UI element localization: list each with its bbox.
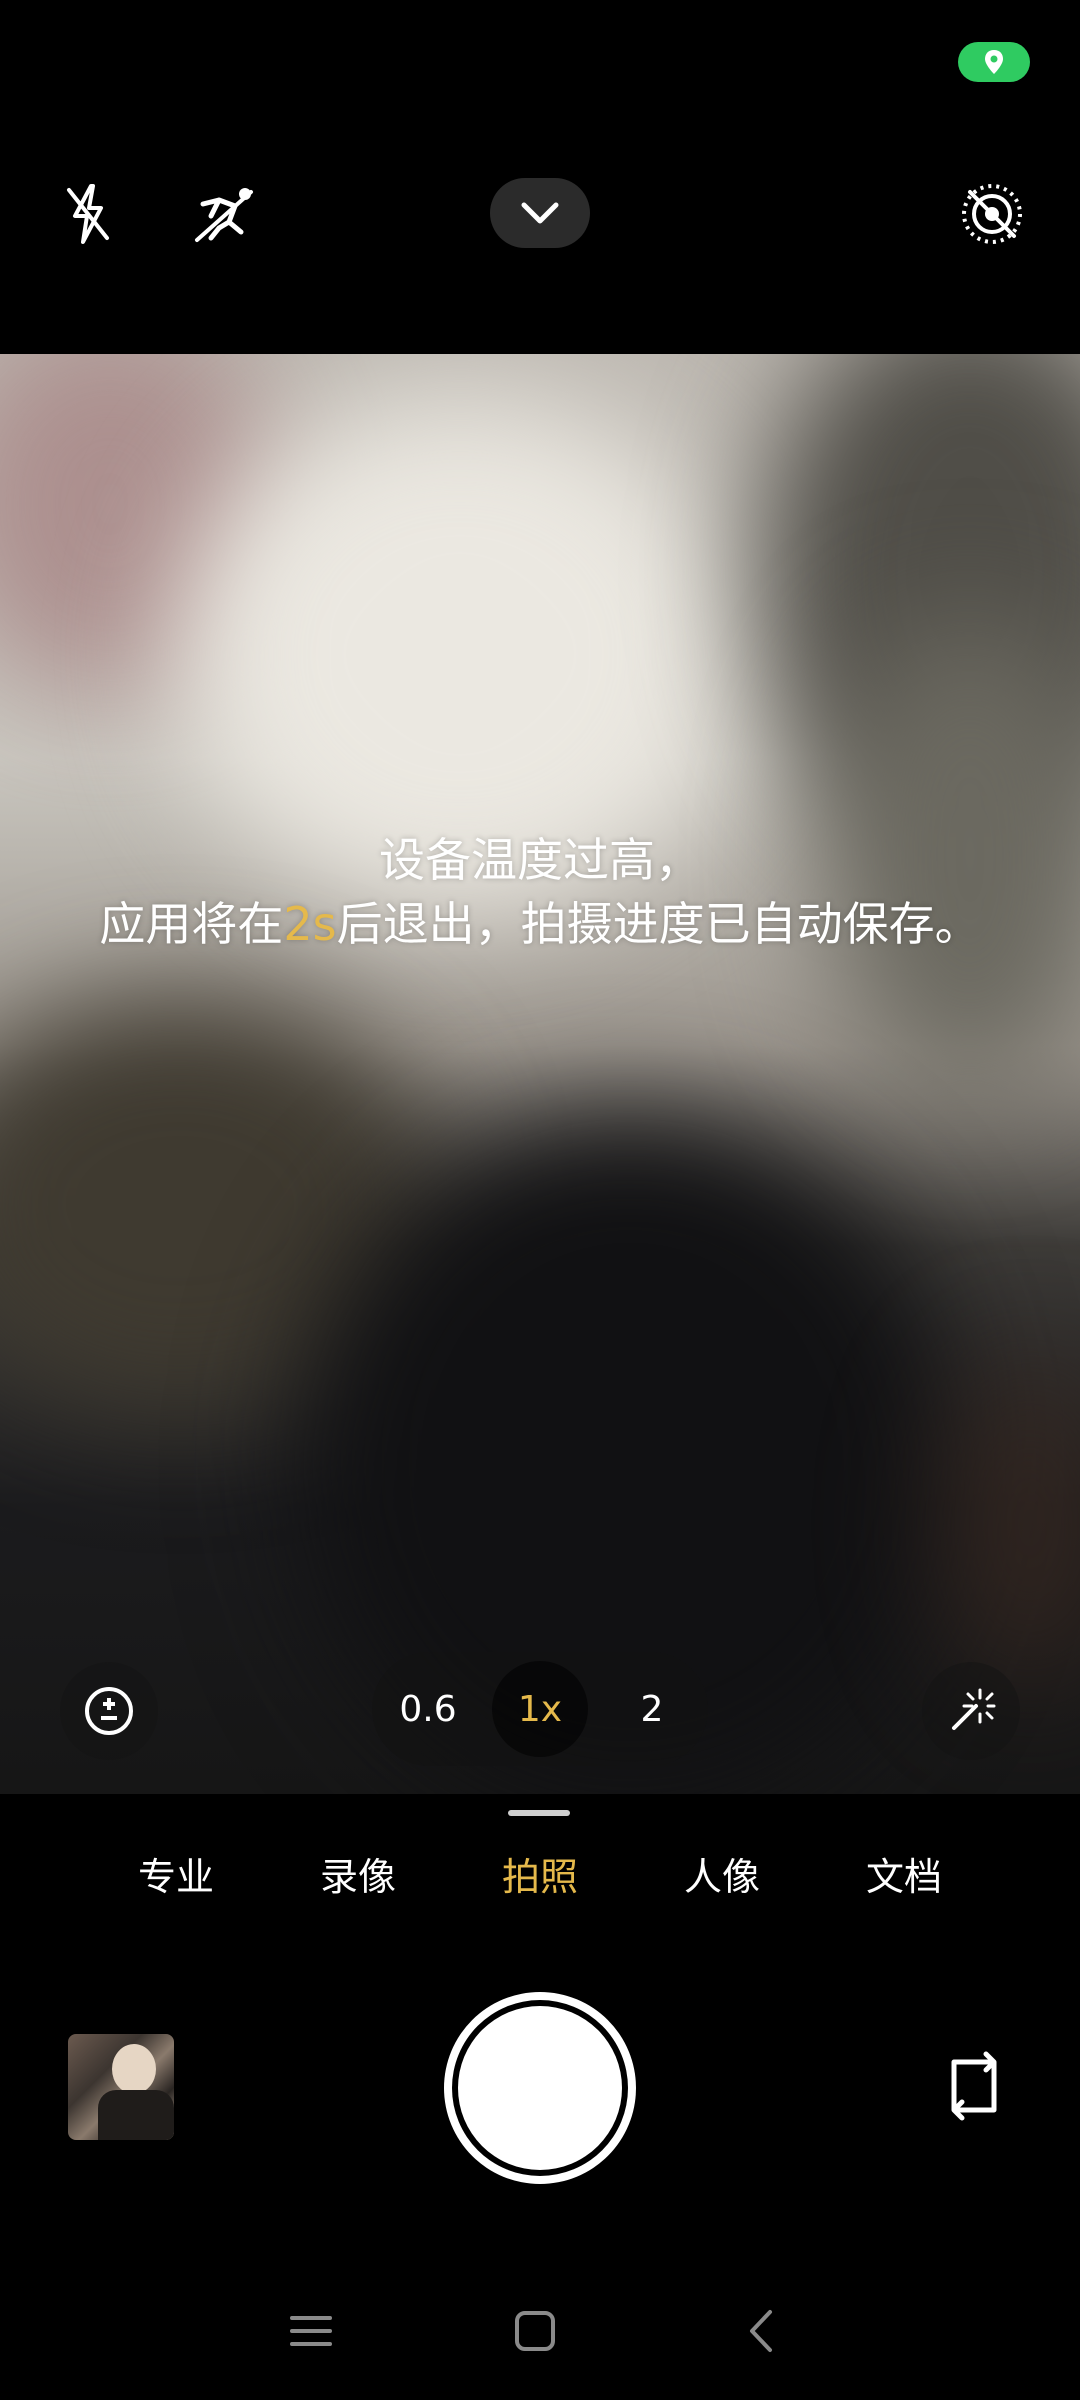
home-button[interactable] xyxy=(510,2306,560,2356)
zoom-option-0.6[interactable]: 0.6 xyxy=(380,1661,476,1757)
warning-text-after: 后退出，拍摄进度已自动保存。 xyxy=(336,897,981,951)
more-settings-toggle[interactable] xyxy=(490,178,590,248)
system-navigation-bar xyxy=(0,2284,1080,2384)
mode-photo[interactable]: 拍照 xyxy=(449,1842,631,1912)
location-pin-icon xyxy=(985,50,1003,74)
menu-icon xyxy=(290,2316,332,2346)
chevron-down-icon xyxy=(521,202,559,224)
zoom-option-2[interactable]: 2 xyxy=(604,1661,700,1757)
motion-capture-icon xyxy=(195,188,253,242)
shutter-core xyxy=(458,2006,622,2170)
thumbnail-subject xyxy=(112,2044,156,2094)
ai-scene-icon xyxy=(952,1688,996,1730)
flash-off-icon xyxy=(67,184,109,244)
countdown-value: 2s xyxy=(283,897,337,951)
live-photo-button[interactable] xyxy=(950,172,1034,256)
warning-line-2: 应用将在2s后退出，拍摄进度已自动保存。 xyxy=(0,892,1080,956)
thumbnail-subject xyxy=(98,2090,174,2140)
motion-capture-button[interactable] xyxy=(184,172,268,256)
back-button[interactable] xyxy=(738,2306,788,2356)
mode-document[interactable]: 文档 xyxy=(813,1842,995,1912)
warning-line-1: 设备温度过高， xyxy=(379,833,701,887)
ai-scene-button[interactable] xyxy=(922,1662,1020,1760)
mode-video[interactable]: 录像 xyxy=(267,1842,449,1912)
zoom-selector: 0.6 1x 2 xyxy=(372,1652,708,1766)
menu-button[interactable] xyxy=(286,2306,336,2356)
zoom-option-1x[interactable]: 1x xyxy=(492,1661,588,1757)
shutter-button[interactable] xyxy=(444,1992,636,2184)
exposure-button[interactable] xyxy=(60,1662,158,1760)
overheat-warning: 设备温度过高， 应用将在2s后退出，拍摄进度已自动保存。 xyxy=(0,828,1080,956)
camera-viewfinder[interactable]: 设备温度过高， 应用将在2s后退出，拍摄进度已自动保存。 xyxy=(0,354,1080,1794)
switch-camera-button[interactable] xyxy=(932,2044,1016,2128)
switch-camera-icon xyxy=(951,2051,997,2121)
live-photo-off-icon xyxy=(962,184,1022,244)
mode-pro[interactable]: 专业 xyxy=(85,1842,267,1912)
mode-portrait[interactable]: 人像 xyxy=(631,1842,813,1912)
gallery-thumbnail[interactable] xyxy=(68,2034,174,2140)
mode-drawer-handle[interactable] xyxy=(508,1810,570,1816)
home-icon xyxy=(515,2311,555,2351)
shutter-ring xyxy=(452,2000,628,2176)
blur-region xyxy=(940,1354,1080,1694)
warning-text-before: 应用将在 xyxy=(99,897,284,951)
back-icon xyxy=(750,2310,772,2352)
camera-mode-selector: 专业 录像 拍照 人像 文档 xyxy=(0,1842,1080,1912)
location-indicator xyxy=(958,42,1030,82)
flash-off-button[interactable] xyxy=(46,172,130,256)
exposure-icon xyxy=(85,1687,133,1735)
